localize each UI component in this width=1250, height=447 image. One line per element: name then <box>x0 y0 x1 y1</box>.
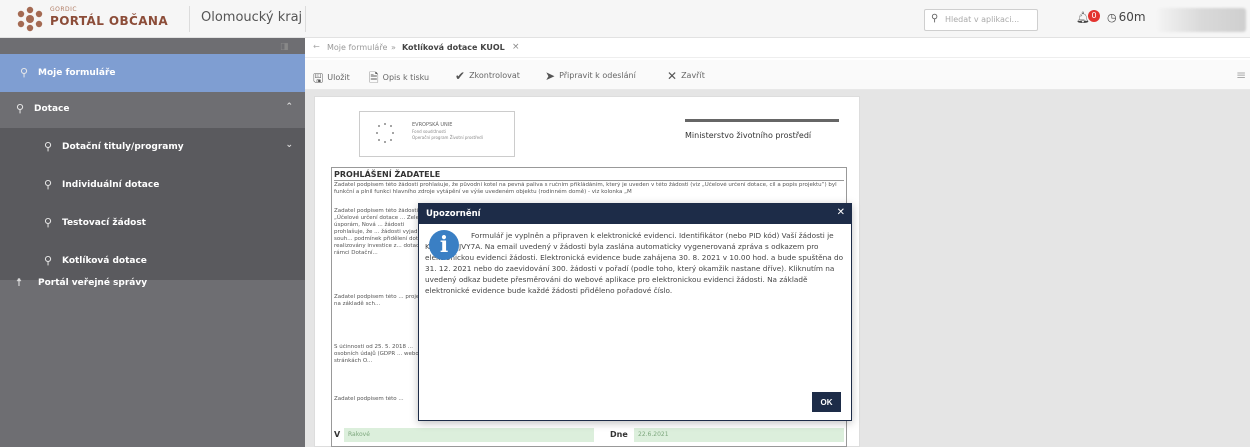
search-input[interactable]: ⚲ Hledat v aplikaci... <box>924 9 1038 31</box>
info-icon: i <box>429 230 459 260</box>
close-icon: ✕ <box>667 69 678 83</box>
eu-title: EVROPSKÁ UNIE <box>412 122 453 128</box>
region-name: Olomoucký kraj <box>201 10 303 25</box>
close-form-button[interactable]: ✕ Zavřít <box>667 69 705 83</box>
warning-dialog: Upozornění ✕ Formulář je vyplněn a připr… <box>418 203 852 421</box>
dialog-title: Upozornění <box>426 209 481 219</box>
sidebar-item-dotacni-tituly[interactable]: ⚲ Dotační tituly/programy ⌄ <box>0 128 305 166</box>
sidebar-item-label: Testovací žádost <box>62 218 146 228</box>
section-title: PROHLÁŠENÍ ŽADATELE <box>334 170 844 181</box>
declaration-paragraph: Žadatel podpisem této žádosti prohlašuje… <box>334 182 837 195</box>
sidebar-item-individualni-dotace[interactable]: ⚲ Individuální dotace <box>0 166 305 204</box>
clock-icon: ◷ <box>1107 11 1117 24</box>
close-tab-icon[interactable]: × <box>512 42 520 52</box>
user-icon: ⚲ <box>44 216 53 229</box>
breadcrumb-separator: » <box>391 43 396 52</box>
close-label: Zavřít <box>681 71 705 80</box>
user-menu[interactable] <box>1158 8 1246 32</box>
breadcrumb: ◨ ← Moje formuláře » Kotlíková dotace KU… <box>280 38 1250 58</box>
sidebar-item-label: Individuální dotace <box>62 180 160 190</box>
date-label: Dne <box>610 430 628 439</box>
sidebar-item-label: Moje formuláře <box>38 68 116 78</box>
send-icon: ➤ <box>545 69 556 83</box>
prepare-send-button[interactable]: ➤ Připravit k odeslání <box>545 69 636 83</box>
collapse-sidebar-icon[interactable]: ◨ <box>280 42 289 52</box>
portal-logo[interactable]: GORDIC PORTÁL OBČANA <box>6 2 186 36</box>
print-button[interactable]: 🗎 Opis k tisku <box>369 69 429 90</box>
chevron-down-icon: ⌄ <box>285 140 293 150</box>
header-divider <box>305 6 306 32</box>
sidebar-item-label: Portál veřejné správy <box>38 278 148 288</box>
session-timer-value: 60m <box>1118 10 1146 24</box>
dialog-message: Formulář je vyplněn a připraven k elektr… <box>425 231 844 295</box>
sidebar: ⚲ Moje formuláře ⚲ Dotace ⌃ ⚲ Dotační ti… <box>0 38 305 447</box>
dialog-header: Upozornění ✕ <box>419 204 851 224</box>
sidebar-item-portal-verejne-spravy[interactable]: ☨ Portál veřejné správy <box>0 264 305 302</box>
save-button[interactable]: 🖫 Uložit <box>313 69 350 90</box>
form-toolbar: 🖫 Uložit 🗎 Opis k tisku ✔ Zkontrolovat ➤ Při… <box>305 60 1250 90</box>
date-field[interactable]: 22.6.2021 <box>634 428 844 442</box>
breadcrumb-item[interactable]: Moje formuláře <box>327 43 387 52</box>
menu-icon[interactable]: ≡ <box>1236 68 1246 82</box>
ok-button[interactable]: OK <box>812 392 841 412</box>
sidebar-item-label: Dotační tituly/programy <box>62 142 184 152</box>
check-label: Zkontrolovat <box>469 71 520 80</box>
ministry-name: Ministerstvo životního prostředí <box>685 131 812 140</box>
pdf-icon: 🗎 <box>369 71 379 85</box>
notification-badge: 0 <box>1088 10 1100 22</box>
checkmark-icon: ✔ <box>455 69 466 83</box>
place-field[interactable]: Rakové <box>344 428 594 442</box>
eu-program: Operační program Životní prostředí <box>412 135 483 140</box>
app-header: GORDIC PORTÁL OBČANA Olomoucký kraj ⚲ Hl… <box>0 0 1250 38</box>
prepare-label: Připravit k odeslání <box>559 71 636 80</box>
session-timer: ◷ 60m <box>1107 10 1146 24</box>
floppy-icon: 🖫 <box>313 71 324 85</box>
place-label: V <box>334 430 341 439</box>
user-icon: ⚲ <box>20 66 29 79</box>
back-icon[interactable]: ← <box>313 42 320 51</box>
sidebar-item-testovaci-zadost[interactable]: ⚲ Testovací žádost <box>0 204 305 242</box>
eu-fund: Fond soudržnosti <box>412 129 447 134</box>
sidebar-item-label: Dotace <box>34 104 70 114</box>
ministry-bar <box>685 119 839 122</box>
search-icon: ⚲ <box>931 13 939 24</box>
signature-row: V Rakové Dne 22.6.2021 <box>334 426 844 444</box>
sidebar-item-dotace[interactable]: ⚲ Dotace ⌃ <box>0 90 305 128</box>
user-icon: ⚲ <box>44 178 53 191</box>
save-label: Uložit <box>327 73 350 82</box>
eu-stars-icon <box>376 123 394 143</box>
logo-brand: GORDIC <box>50 6 78 13</box>
check-button[interactable]: ✔ Zkontrolovat <box>455 69 520 83</box>
breadcrumb-current: Kotlíková dotace KUOL <box>402 43 505 52</box>
sidebar-item-moje-formulare[interactable]: ⚲ Moje formuláře <box>0 54 305 92</box>
header-divider <box>189 6 190 32</box>
user-icon: ⚲ <box>16 102 25 115</box>
eu-logo-box: EVROPSKÁ UNIE Fond soudržnosti Operační … <box>359 111 515 157</box>
gordic-logo-icon <box>17 6 43 32</box>
user-icon: ⚲ <box>44 140 53 153</box>
chevron-up-icon: ⌃ <box>285 102 293 112</box>
person-icon: ☨ <box>16 276 22 289</box>
search-placeholder: Hledat v aplikaci... <box>945 15 1020 24</box>
close-icon[interactable]: ✕ <box>837 207 845 218</box>
logo-title: PORTÁL OBČANA <box>50 14 169 28</box>
print-label: Opis k tisku <box>382 73 430 82</box>
